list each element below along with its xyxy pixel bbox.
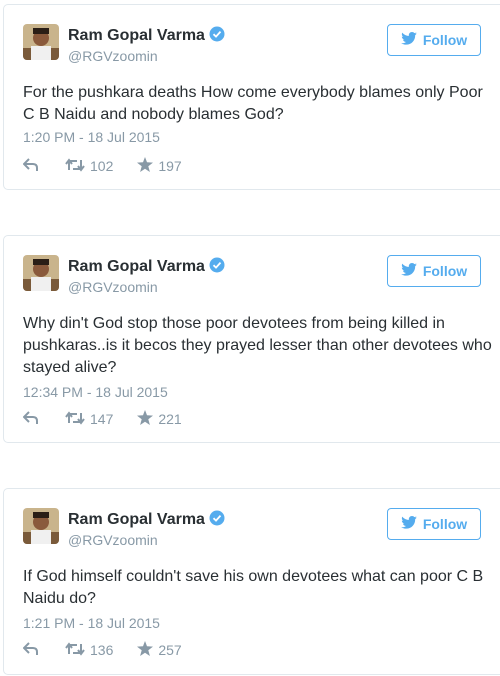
- tweet-timestamp[interactable]: 1:20 PM - 18 Jul 2015: [23, 129, 160, 145]
- retweet-icon: [65, 157, 85, 175]
- tweet-actions: 102 197: [22, 157, 182, 175]
- tweet-card: Ram Gopal Varma @RGVzoomin Follow Why di…: [3, 235, 500, 443]
- display-name[interactable]: Ram Gopal Varma: [68, 26, 225, 47]
- user-handle[interactable]: @RGVzoomin: [68, 279, 158, 295]
- verified-badge-icon: [209, 257, 225, 278]
- favorite-count: 257: [158, 642, 182, 658]
- tweet-actions: 147 221: [22, 410, 182, 428]
- avatar[interactable]: [23, 255, 59, 291]
- follow-button[interactable]: Follow: [387, 508, 481, 540]
- favorite-button[interactable]: 257: [137, 641, 182, 659]
- reply-icon: [22, 410, 39, 428]
- favorite-count: 197: [158, 158, 182, 174]
- tweet-text: If God himself couldn't save his own dev…: [23, 568, 484, 607]
- tweet-card: Ram Gopal Varma @RGVzoomin Follow For th…: [3, 4, 500, 190]
- star-icon: [137, 641, 154, 659]
- reply-button[interactable]: [22, 641, 45, 659]
- retweet-button[interactable]: 102: [65, 157, 114, 175]
- reply-icon: [22, 641, 39, 659]
- user-handle[interactable]: @RGVzoomin: [68, 48, 158, 64]
- reply-button[interactable]: [22, 157, 45, 175]
- favorite-count: 221: [158, 411, 182, 427]
- follow-label: Follow: [422, 32, 468, 48]
- retweet-button[interactable]: 147: [65, 410, 114, 428]
- favorite-button[interactable]: 221: [137, 410, 182, 428]
- twitter-bird-icon: [401, 516, 417, 532]
- star-icon: [137, 410, 154, 428]
- tweet-text: Why din't God stop those poor devotees f…: [23, 315, 492, 376]
- user-handle[interactable]: @RGVzoomin: [68, 532, 158, 548]
- verified-badge-icon: [209, 510, 225, 531]
- reply-button[interactable]: [22, 410, 45, 428]
- favorite-button[interactable]: 197: [137, 157, 182, 175]
- follow-button[interactable]: Follow: [387, 24, 481, 56]
- follow-label: Follow: [422, 516, 468, 532]
- tweet-card: Ram Gopal Varma @RGVzoomin Follow If God…: [3, 488, 500, 675]
- follow-label: Follow: [422, 263, 468, 279]
- verified-badge-icon: [209, 26, 225, 47]
- follow-button[interactable]: Follow: [387, 255, 481, 287]
- avatar[interactable]: [23, 508, 59, 544]
- retweet-count: 136: [90, 642, 114, 658]
- tweet-timestamp[interactable]: 1:21 PM - 18 Jul 2015: [23, 615, 160, 631]
- retweet-count: 102: [90, 158, 114, 174]
- avatar[interactable]: [23, 24, 59, 60]
- retweet-icon: [65, 410, 85, 428]
- tweet-actions: 136 257: [22, 641, 182, 659]
- display-name[interactable]: Ram Gopal Varma: [68, 257, 225, 278]
- reply-icon: [22, 157, 39, 175]
- twitter-bird-icon: [401, 263, 417, 279]
- retweet-icon: [65, 641, 85, 659]
- retweet-button[interactable]: 136: [65, 641, 114, 659]
- tweet-timestamp[interactable]: 12:34 PM - 18 Jul 2015: [23, 384, 168, 400]
- retweet-count: 147: [90, 411, 114, 427]
- twitter-bird-icon: [401, 32, 417, 48]
- star-icon: [137, 157, 154, 175]
- display-name[interactable]: Ram Gopal Varma: [68, 510, 225, 531]
- tweet-text: For the pushkara deaths How come everybo…: [23, 84, 483, 123]
